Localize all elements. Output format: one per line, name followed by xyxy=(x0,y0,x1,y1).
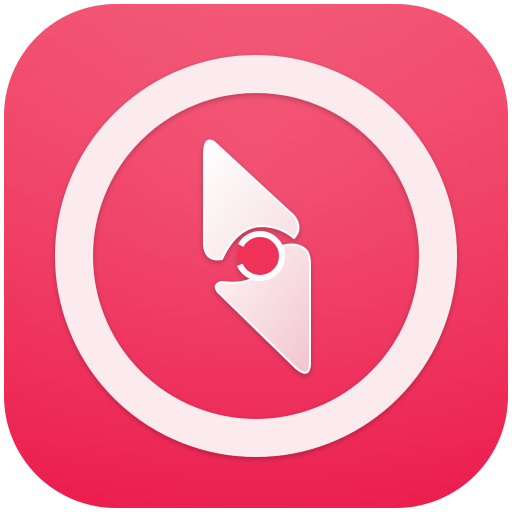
app-icon-canvas xyxy=(0,0,512,512)
compass-app-icon[interactable] xyxy=(4,4,508,508)
